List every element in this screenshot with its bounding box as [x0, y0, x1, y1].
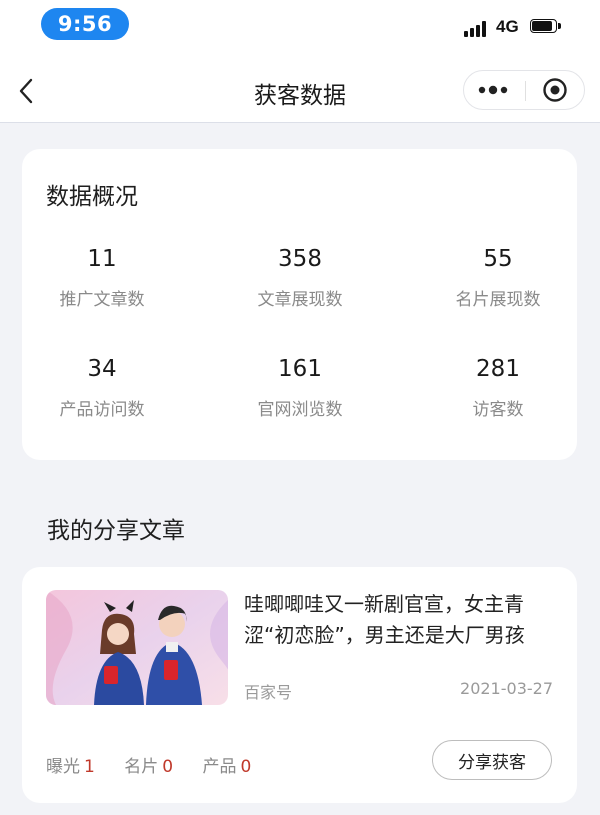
- battery-icon: [530, 19, 562, 35]
- article-thumbnail[interactable]: [46, 590, 228, 705]
- more-button[interactable]: [464, 71, 524, 109]
- stat-value: 55: [483, 246, 513, 272]
- status-time: 9:56: [41, 8, 129, 40]
- stat-website-views[interactable]: 161 官网浏览数: [220, 355, 380, 420]
- back-button[interactable]: [14, 76, 40, 106]
- article-date: 2021-03-27: [460, 679, 553, 698]
- metric-product: 产品 0: [202, 752, 251, 777]
- article-metrics: 曝光 1 名片 0 产品 0: [46, 752, 275, 777]
- stat-value: 11: [87, 246, 117, 272]
- metric-label: 产品: [202, 757, 237, 777]
- stat-value: 34: [87, 356, 117, 382]
- stat-promoted-articles[interactable]: 11 推广文章数: [22, 245, 182, 310]
- stat-value: 161: [278, 356, 322, 382]
- stat-label: 文章展现数: [257, 290, 343, 310]
- metric-exposure: 曝光 1: [46, 752, 95, 777]
- article-title[interactable]: 哇唧唧哇又一新剧官宣，女主青涩“初恋脸”，男主还是大厂男孩: [244, 589, 564, 651]
- network-type: 4G: [496, 17, 519, 36]
- stat-value: 358: [278, 246, 322, 272]
- signal-icon: [464, 19, 490, 37]
- stat-label: 名片展现数: [455, 290, 541, 310]
- share-get-customers-button[interactable]: 分享获客: [432, 740, 552, 780]
- overview-title: 数据概况: [46, 184, 138, 210]
- metric-value: 0: [240, 757, 252, 777]
- top-bar: 9:56 4G 获客数据: [0, 0, 600, 123]
- section-title-shared-articles: 我的分享文章: [47, 518, 185, 544]
- stat-article-impressions[interactable]: 358 文章展现数: [220, 245, 380, 310]
- article-thumbnail-image: [46, 590, 228, 705]
- metric-card: 名片 0: [124, 752, 173, 777]
- close-button[interactable]: [526, 71, 584, 109]
- metric-label: 名片: [124, 757, 159, 777]
- stat-value: 281: [476, 356, 520, 382]
- stat-label: 官网浏览数: [257, 400, 343, 420]
- article-source: 百家号: [244, 683, 293, 702]
- stat-card-impressions[interactable]: 55 名片展现数: [418, 245, 578, 310]
- overview-card: 数据概况 11 推广文章数 358 文章展现数 55 名片展现数 34 产品访问…: [22, 149, 577, 460]
- stat-product-visits[interactable]: 34 产品访问数: [22, 355, 182, 420]
- more-dots-icon: [478, 85, 508, 95]
- page-title: 获客数据: [254, 83, 346, 109]
- mini-program-capsule: [463, 70, 585, 110]
- metric-label: 曝光: [46, 757, 80, 777]
- target-close-icon: [543, 78, 567, 102]
- stat-visitors[interactable]: 281 访客数: [418, 355, 578, 420]
- article-card[interactable]: 哇唧唧哇又一新剧官宣，女主青涩“初恋脸”，男主还是大厂男孩 百家号 2021-0…: [22, 567, 577, 803]
- metric-value: 0: [162, 757, 174, 777]
- metric-value: 1: [84, 757, 95, 777]
- stat-label: 推广文章数: [59, 290, 145, 310]
- chevron-left-icon: [19, 78, 33, 104]
- status-bar: 9:56 4G: [0, 0, 600, 50]
- stat-label: 访客数: [472, 400, 524, 420]
- stat-label: 产品访问数: [59, 400, 145, 420]
